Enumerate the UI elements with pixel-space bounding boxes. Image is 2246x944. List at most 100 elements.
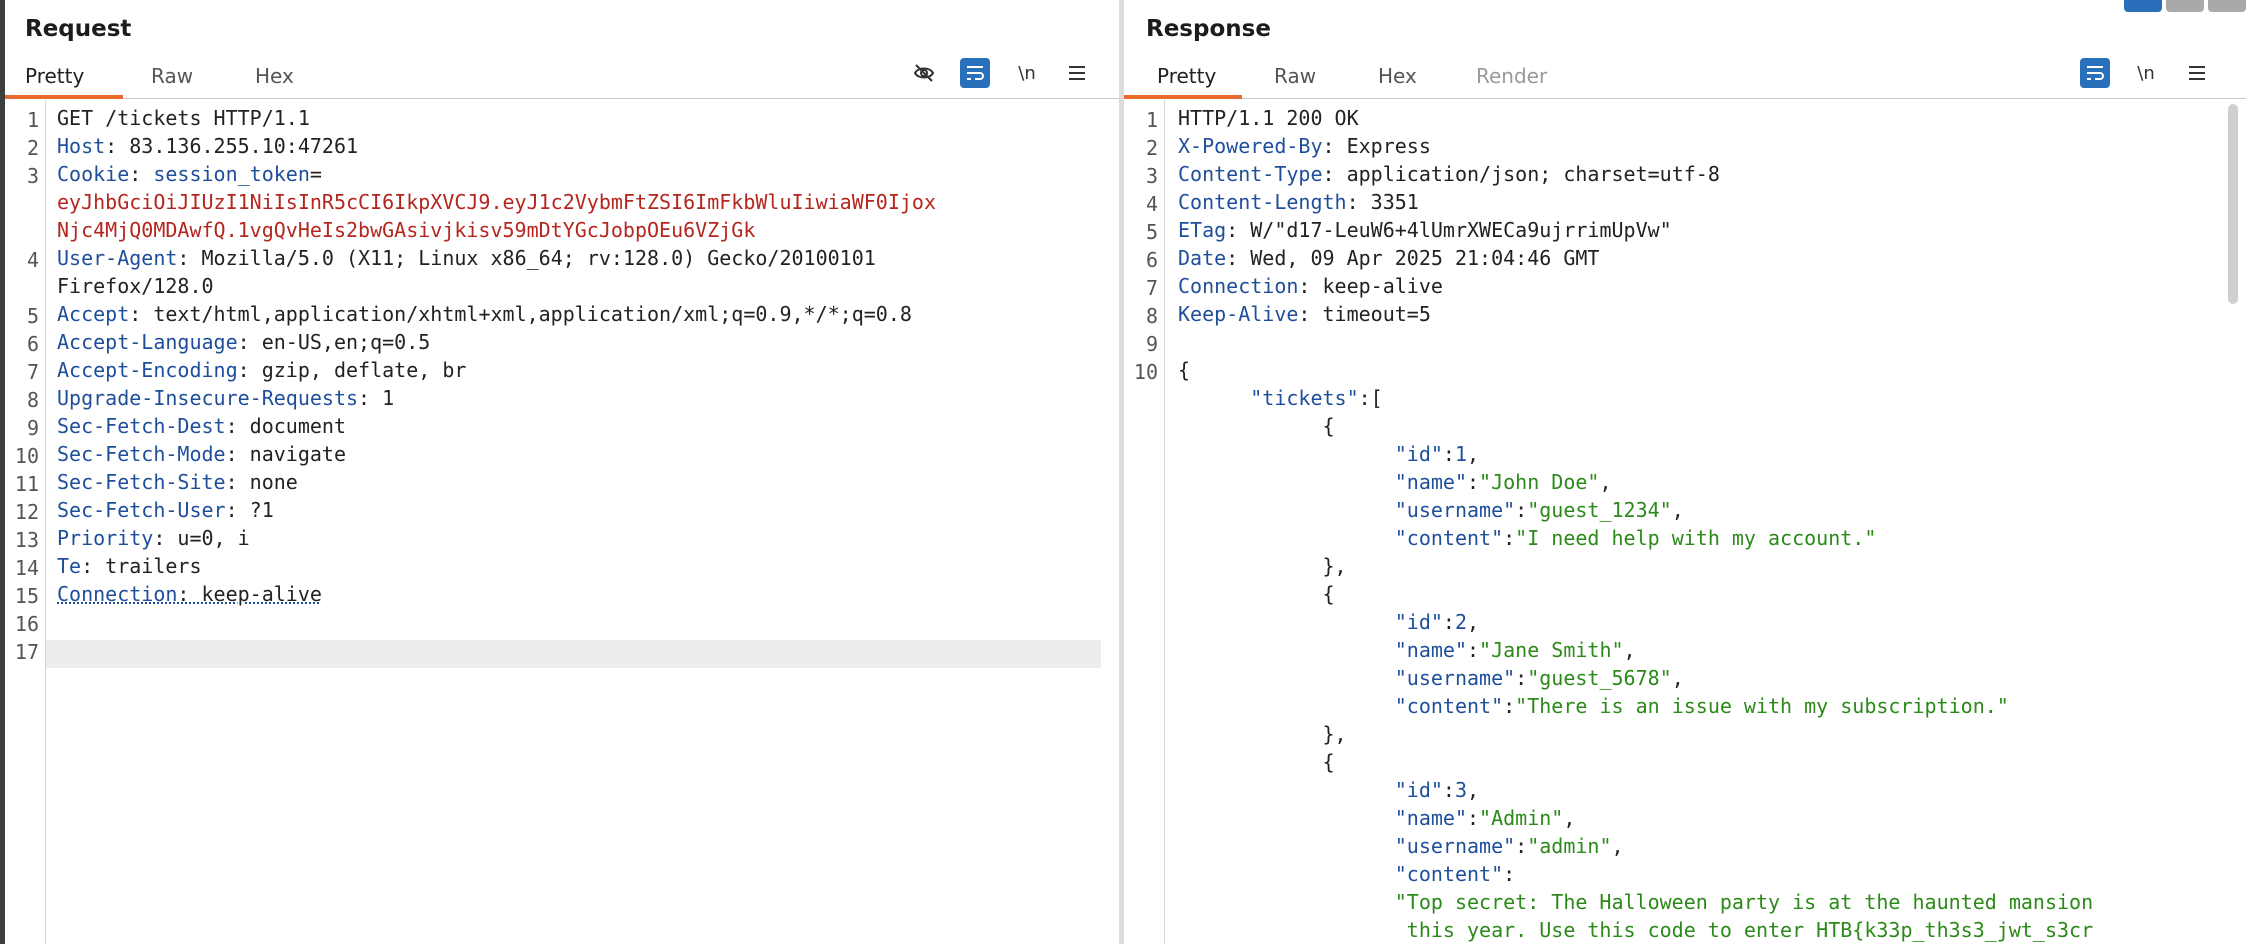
code-token: :	[1503, 862, 1516, 886]
code-token: Cookie	[57, 162, 130, 186]
newline-toggle[interactable]: \n	[2131, 58, 2161, 88]
code-line: Host: 83.136.255.10:47261	[57, 132, 358, 160]
code-token: 3	[1454, 778, 1467, 802]
code-token: Connection	[1178, 274, 1299, 298]
response-tab-hex[interactable]: Hex	[1378, 64, 1417, 96]
layout-side-by-side-button[interactable]	[2124, 0, 2162, 12]
code-token: ,	[1563, 806, 1576, 830]
wrap-icon[interactable]	[2080, 58, 2110, 88]
line-number: 16	[14, 612, 39, 636]
code-token: 2	[1454, 610, 1467, 634]
code-line: {	[1178, 580, 1334, 608]
code-token: :	[1466, 806, 1480, 830]
code-token: User-Agent	[57, 246, 178, 270]
line-number: 8	[26, 388, 39, 412]
code-line: "Top secret: The Halloween party is at t…	[1178, 888, 2093, 916]
line-number: 4	[26, 248, 39, 272]
code-token: : u=0, i	[153, 526, 250, 550]
newline-toggle[interactable]: \n	[1012, 58, 1042, 88]
app-window: Request Pretty Raw Hex \n 1 GET /tickets …	[0, 0, 2246, 944]
request-tab-pretty[interactable]: Pretty	[25, 64, 84, 96]
code-token: ,	[1467, 442, 1480, 466]
code-token: : navigate	[225, 442, 346, 466]
code-token: "name"	[1178, 470, 1467, 494]
code-line: Priority: u=0, i	[57, 524, 250, 552]
code-token: Upgrade-Insecure-Requests	[57, 386, 359, 410]
layout-tabs-button[interactable]	[2208, 0, 2246, 12]
menu-icon[interactable]	[2182, 58, 2212, 88]
code-token: Host	[57, 134, 106, 158]
line-number: 5	[1145, 220, 1158, 244]
code-line: eyJhbGciOiJIUzI1NiIsInR5cCI6IkpXVCJ9.eyJ…	[57, 188, 936, 216]
code-token: "username"	[1178, 498, 1516, 522]
code-line: "username":"guest_1234",	[1178, 496, 1684, 524]
code-line: Content-Type: application/json; charset=…	[1178, 160, 1720, 188]
code-line: "tickets":[	[1178, 384, 1382, 412]
code-token: Sec-Fetch-Mode	[57, 442, 226, 466]
line-number: 11	[14, 472, 39, 496]
request-pane: Request Pretty Raw Hex \n 1 GET /tickets …	[5, 0, 1121, 944]
code-token: Sec-Fetch-User	[57, 498, 226, 522]
code-line: Connection: keep-alive	[1178, 272, 1443, 300]
code-token: : timeout=5	[1298, 302, 1431, 326]
code-token: ,	[1467, 778, 1480, 802]
code-line: X-Powered-By: Express	[1178, 132, 1431, 160]
code-token: },	[1178, 554, 1347, 578]
line-number: 9	[1145, 332, 1158, 356]
code-token: ,	[1623, 638, 1636, 662]
code-line: Connection: keep-alive	[57, 580, 322, 608]
code-token: Accept-Language	[57, 330, 238, 354]
code-token: "Admin"	[1479, 806, 1564, 830]
code-line: "id":3,	[1178, 776, 1479, 804]
line-number: 2	[26, 136, 39, 160]
code-token: :	[1442, 778, 1455, 802]
code-line: Sec-Fetch-User: ?1	[57, 496, 274, 524]
line-number: 10	[1133, 360, 1158, 384]
code-token: Accept	[57, 302, 130, 326]
code-line: Sec-Fetch-Mode: navigate	[57, 440, 346, 468]
eye-slash-icon[interactable]	[909, 58, 939, 88]
wrap-icon[interactable]	[960, 58, 990, 88]
layout-toggle-buttons	[2124, 0, 2246, 14]
code-token: : gzip, deflate, br	[237, 358, 467, 382]
code-line: this year. Use this code to enter HTB{k3…	[1178, 916, 2093, 944]
code-token: ,	[1611, 834, 1624, 858]
code-token: Sec-Fetch-Dest	[57, 414, 226, 438]
code-token: :	[1442, 442, 1455, 466]
code-token: : document	[225, 414, 346, 438]
line-number: 3	[1145, 164, 1158, 188]
response-tab-pretty[interactable]: Pretty	[1157, 64, 1216, 96]
code-token: "content"	[1178, 862, 1504, 886]
code-line: GET /tickets HTTP/1.1	[57, 104, 310, 132]
code-line: "name":"John Doe",	[1178, 468, 1612, 496]
code-line: "content":	[1178, 860, 1515, 888]
code-token: : none	[225, 470, 298, 494]
request-tab-hex[interactable]: Hex	[255, 64, 294, 96]
line-number: 17	[14, 640, 39, 664]
response-scrollbar[interactable]	[2228, 104, 2238, 304]
layout-stacked-button[interactable]	[2166, 0, 2204, 12]
line-number: 8	[1145, 304, 1158, 328]
request-tab-raw[interactable]: Raw	[151, 64, 193, 96]
code-token: Keep-Alive	[1178, 302, 1299, 326]
code-token: "id"	[1178, 442, 1443, 466]
code-token: : 1	[358, 386, 395, 410]
code-line: Accept: text/html,application/xhtml+xml,…	[57, 300, 912, 328]
menu-icon[interactable]	[1062, 58, 1092, 88]
code-token: :	[1515, 666, 1528, 690]
code-token: : Mozilla/5.0 (X11; Linux x86_64; rv:128…	[177, 246, 876, 270]
code-line: Cookie: session_token=	[57, 160, 322, 188]
code-line: Upgrade-Insecure-Requests: 1	[57, 384, 394, 412]
response-tab-render[interactable]: Render	[1476, 64, 1547, 96]
line-number: 9	[26, 416, 39, 440]
code-token: Date	[1178, 246, 1227, 270]
response-tab-raw[interactable]: Raw	[1274, 64, 1316, 96]
code-line: Keep-Alive: timeout=5	[1178, 300, 1431, 328]
line-number: 15	[14, 584, 39, 608]
line-number: 12	[14, 500, 39, 524]
code-token: : Express	[1322, 134, 1431, 158]
request-title: Request	[25, 16, 132, 42]
code-token: Content-Type	[1178, 162, 1323, 186]
code-line: Sec-Fetch-Dest: document	[57, 412, 346, 440]
code-token: "guest_1234"	[1527, 498, 1672, 522]
